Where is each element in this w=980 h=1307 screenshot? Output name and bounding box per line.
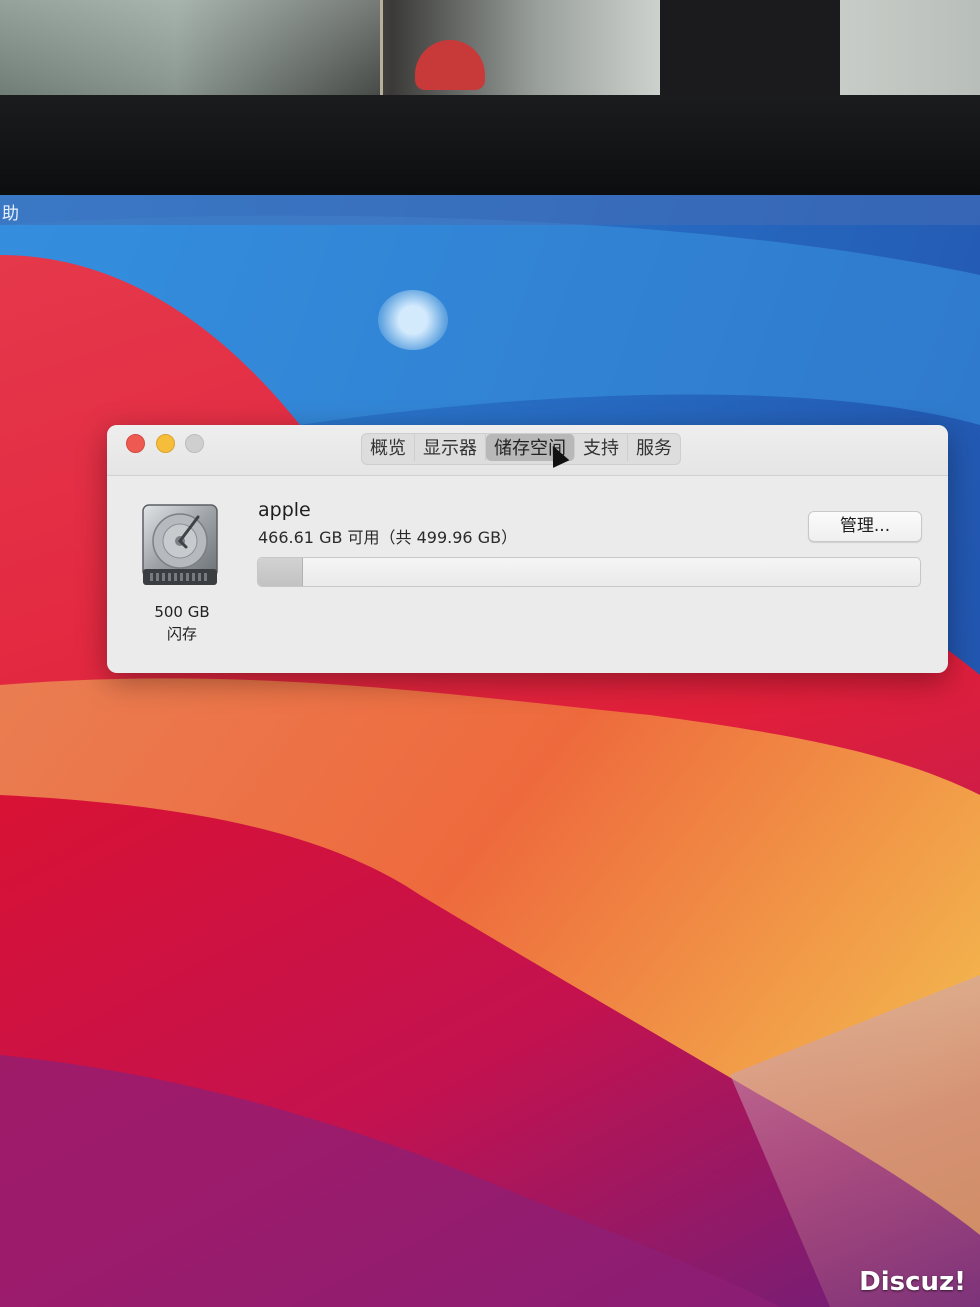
storage-usage-fill <box>258 558 304 586</box>
drive-type-label: 闪存 <box>166 625 197 643</box>
storage-usage-bar <box>257 557 921 587</box>
background-red-object <box>415 40 485 90</box>
volume-free-space: 466.61 GB 可用（共 499.96 GB） <box>258 528 518 547</box>
screen: 助 概览 显示器 储存空间 支持 服务 500 GB 闪存 apple 466.… <box>0 195 980 1307</box>
drive-capacity-label: 500 GB <box>154 603 210 621</box>
glass-display-case <box>0 0 383 95</box>
background-dark-cloth <box>660 0 840 95</box>
photo-background-top <box>0 0 980 100</box>
volume-name: apple <box>258 499 311 521</box>
monitor-bezel <box>0 95 980 200</box>
manage-storage-button[interactable]: 管理... <box>808 511 922 542</box>
close-button[interactable] <box>126 434 145 453</box>
watermark: Discuz! <box>859 1267 966 1297</box>
tab-support[interactable]: 支持 <box>575 434 628 461</box>
tab-bar: 概览 显示器 储存空间 支持 服务 <box>361 433 681 465</box>
menu-item-help-partial[interactable]: 助 <box>2 199 19 224</box>
window-titlebar: 概览 显示器 储存空间 支持 服务 <box>107 425 948 476</box>
tab-displays[interactable]: 显示器 <box>415 434 486 461</box>
about-this-mac-window: 概览 显示器 储存空间 支持 服务 500 GB 闪存 apple 466.61… <box>107 425 948 673</box>
zoom-button <box>185 434 204 453</box>
tab-overview[interactable]: 概览 <box>362 434 415 461</box>
hard-drive-icon <box>142 504 218 585</box>
menu-bar: 助 <box>0 195 980 225</box>
minimize-button[interactable] <box>156 434 175 453</box>
tab-service[interactable]: 服务 <box>628 434 680 461</box>
light-reflection <box>378 290 448 350</box>
